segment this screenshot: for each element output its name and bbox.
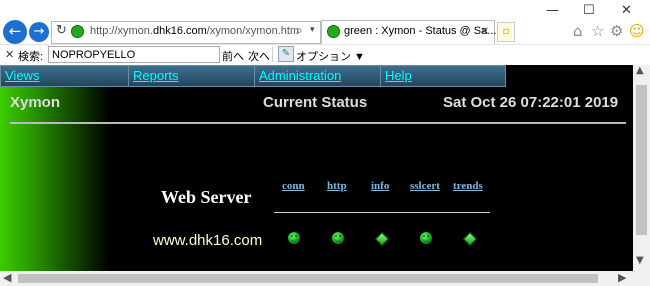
horizontal-scrollbar[interactable]: ◀ ▶ xyxy=(0,271,633,286)
close-find-icon[interactable]: ✕ xyxy=(5,48,14,61)
scroll-right-icon[interactable]: ▶ xyxy=(618,271,626,284)
header-divider xyxy=(10,122,626,124)
vertical-scroll-thumb[interactable] xyxy=(636,85,647,235)
search-icon[interactable]: ⌕ xyxy=(296,23,303,38)
tab-title: green : Xymon - Status @ Sa... xyxy=(344,25,497,37)
find-input[interactable] xyxy=(48,46,220,63)
column-header-http[interactable]: http xyxy=(327,180,347,192)
scroll-down-icon[interactable]: ▼ xyxy=(636,255,644,266)
tab-favicon-icon xyxy=(327,25,340,38)
url-text[interactable]: http://xymon.dhk16.com/xymon/xymon.htm xyxy=(90,25,299,37)
settings-gear-icon[interactable]: ⚙ xyxy=(610,22,623,40)
refresh-icon[interactable]: ↻ xyxy=(56,23,67,38)
find-previous-button[interactable]: 前へ xyxy=(222,48,244,64)
feedback-smiley-icon[interactable]: ☺ xyxy=(629,22,645,40)
column-header-conn[interactable]: conn xyxy=(282,180,305,192)
highlight-pen-icon[interactable]: ✎ xyxy=(278,46,294,62)
status-color-band xyxy=(0,87,110,271)
find-options-button[interactable]: オプション ▼ xyxy=(296,48,365,64)
browser-chrome: — ☐ ✕ ← → ↻ http://xymon.dhk16.com/xymon… xyxy=(0,0,650,65)
vertical-scrollbar[interactable]: ▲ ▼ xyxy=(633,65,650,271)
menu-administration[interactable]: Administration xyxy=(254,65,382,87)
back-button[interactable]: ← xyxy=(3,20,27,44)
scroll-left-icon[interactable]: ◀ xyxy=(3,271,11,284)
group-title: Web Server xyxy=(161,187,252,207)
menu-bar: Views Reports Administration Help xyxy=(0,65,506,87)
conn-status-smiley-icon[interactable] xyxy=(288,232,300,244)
find-bar: ✕ 検索: 前へ 次へ ✎ オプション ▼ xyxy=(0,44,650,65)
tab-close-icon[interactable]: × xyxy=(480,24,489,37)
menu-reports[interactable]: Reports xyxy=(128,65,256,87)
browser-tab[interactable]: green : Xymon - Status @ Sa... × xyxy=(321,20,497,44)
sslcert-status-smiley-icon[interactable] xyxy=(420,232,432,244)
page-heading: Current Status xyxy=(263,94,368,111)
green-status-favicon-icon xyxy=(71,25,84,38)
new-tab-button[interactable]: ▫ xyxy=(497,22,515,42)
horizontal-scroll-thumb[interactable] xyxy=(18,274,598,283)
divider xyxy=(272,47,273,62)
column-header-sslcert[interactable]: sslcert xyxy=(410,180,440,192)
scroll-up-icon[interactable]: ▲ xyxy=(636,65,644,76)
find-label: 検索: xyxy=(18,51,44,63)
scrollbar-corner xyxy=(633,271,650,286)
trends-status-diamond-icon[interactable] xyxy=(462,231,478,247)
home-icon[interactable]: ⌂ xyxy=(573,22,583,40)
column-divider xyxy=(274,212,490,213)
arrow-left-icon: ← xyxy=(8,22,22,40)
info-status-diamond-icon[interactable] xyxy=(374,231,390,247)
minimize-icon[interactable]: — xyxy=(546,4,559,18)
brand-title: Xymon xyxy=(10,94,61,111)
maximize-icon[interactable]: ☐ xyxy=(583,4,595,18)
menu-views[interactable]: Views xyxy=(0,65,130,87)
report-datetime: Sat Oct 26 07:22:01 2019 xyxy=(443,94,619,111)
http-status-smiley-icon[interactable] xyxy=(332,232,344,244)
forward-button[interactable]: → xyxy=(29,22,49,42)
find-next-button[interactable]: 次へ xyxy=(248,48,270,64)
column-header-trends[interactable]: trends xyxy=(453,180,483,192)
column-header-info[interactable]: info xyxy=(371,180,389,192)
menu-help[interactable]: Help xyxy=(380,65,506,87)
host-name[interactable]: www.dhk16.com xyxy=(153,232,262,249)
address-bar[interactable]: ↻ http://xymon.dhk16.com/xymon/xymon.htm… xyxy=(51,21,321,44)
chevron-down-icon[interactable]: ▾ xyxy=(310,25,315,35)
arrow-right-icon: → xyxy=(33,24,45,39)
favorites-star-icon[interactable]: ☆ xyxy=(591,22,604,40)
xymon-page: Views Reports Administration Help Xymon … xyxy=(0,65,633,271)
new-tab-icon: ▫ xyxy=(502,26,510,37)
close-window-icon[interactable]: ✕ xyxy=(621,4,632,18)
